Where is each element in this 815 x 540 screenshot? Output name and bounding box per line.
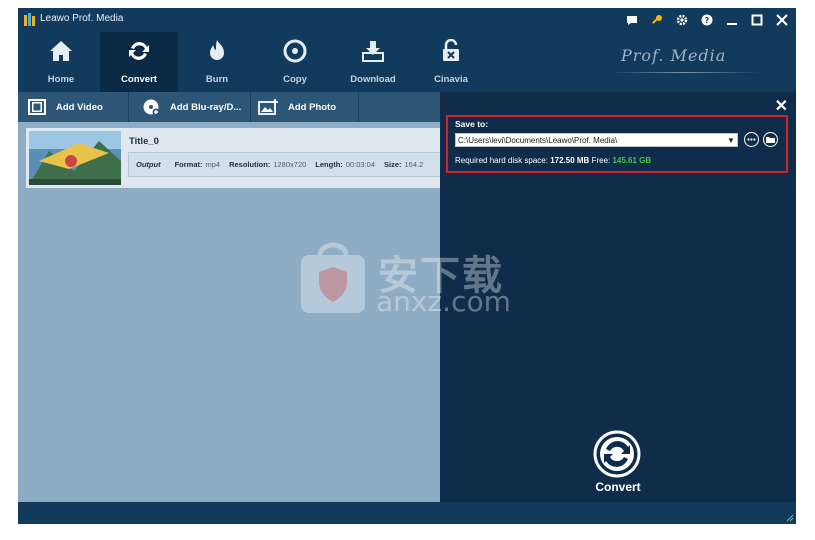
home-icon (50, 41, 72, 61)
convert-button[interactable]: Convert (582, 480, 654, 494)
add-disc-icon (143, 99, 160, 116)
copy-disc-icon (283, 39, 307, 63)
add-photo-button[interactable]: Add Photo (258, 92, 336, 122)
resize-grip-icon[interactable] (786, 514, 794, 522)
nav-download[interactable]: Download (334, 32, 412, 92)
add-bluray-label: Add Blu-ray/D... (170, 101, 242, 113)
minimize-icon[interactable] (724, 12, 740, 28)
nav-cinavia[interactable]: Cinavia (412, 32, 490, 92)
resolution-key: Resolution: (229, 160, 271, 169)
maximize-icon[interactable] (749, 12, 765, 28)
help-icon[interactable]: ? (699, 12, 715, 28)
nav-cinavia-label: Cinavia (434, 74, 468, 85)
cinavia-unlock-icon (443, 39, 459, 61)
nav-convert-label: Convert (121, 74, 157, 85)
convert-icon (129, 42, 149, 60)
nav-burn-label: Burn (205, 74, 229, 85)
more-options-icon[interactable] (744, 132, 759, 147)
title-bar: Leawo Prof. Media ? (18, 8, 796, 32)
burn-icon (210, 40, 224, 60)
convert-settings-panel: ✕ Save to: C:\Users\levi\Documents\Leawo… (440, 92, 796, 502)
convert-icon[interactable] (593, 430, 641, 478)
save-to-label: Save to: (455, 119, 489, 129)
feedback-icon[interactable] (624, 12, 640, 28)
save-path-dropdown[interactable]: C:\Users\levi\Documents\Leawo\Prof. Medi… (455, 133, 738, 147)
open-folder-icon[interactable] (763, 132, 778, 147)
main-nav: Home Convert Burn Copy Download Cinavia … (18, 32, 796, 92)
video-thumbnail (29, 131, 121, 185)
chevron-down-icon[interactable]: ▼ (724, 133, 738, 147)
video-list: Title_0 Output Format: mp4 Resolution: 1… (18, 122, 442, 502)
app-window: Leawo Prof. Media ? Home Convert Burn Co… (18, 8, 796, 524)
status-bar (18, 502, 796, 524)
film-icon (28, 99, 46, 115)
nav-download-label: Download (350, 74, 396, 85)
toolbar-divider (250, 92, 251, 122)
nav-home[interactable]: Home (22, 32, 100, 92)
output-label: Output (136, 160, 161, 169)
add-photo-label: Add Photo (288, 101, 337, 113)
add-toolbar: Add Video Add Blu-ray/D... Add Photo (18, 92, 440, 122)
brand-underline (610, 72, 760, 73)
resolution-value: 1280x720 (273, 160, 307, 169)
nav-home-label: Home (47, 74, 75, 85)
toolbar-divider (358, 92, 359, 122)
settings-gear-icon[interactable] (674, 12, 690, 28)
nav-burn[interactable]: Burn (178, 32, 256, 92)
nav-copy-label: Copy (283, 74, 307, 85)
length-value: 00:03:04 (345, 160, 375, 169)
size-value: 164.2 (404, 160, 424, 169)
toolbar-divider (128, 92, 129, 122)
brand-logo-text: Prof. Media (621, 46, 727, 65)
app-logo-icon (24, 13, 35, 26)
disk-space-required: 172.50 MB (550, 156, 590, 165)
free-space-value: 145.61 GB (612, 156, 652, 165)
format-value: mp4 (205, 160, 221, 169)
video-title: Title_0 (129, 136, 159, 147)
format-key: Format: (174, 160, 203, 169)
close-panel-icon[interactable]: ✕ (775, 96, 788, 116)
window-title: Leawo Prof. Media (40, 13, 124, 24)
download-icon (362, 41, 384, 62)
add-photo-icon (258, 99, 278, 115)
output-properties[interactable]: Output Format: mp4 Resolution: 1280x720 … (128, 152, 442, 177)
svg-text:?: ? (705, 16, 710, 25)
add-bluray-button[interactable]: Add Blu-ray/D... (142, 92, 241, 122)
nav-copy[interactable]: Copy (256, 32, 334, 92)
nav-convert[interactable]: Convert (100, 32, 178, 92)
size-key: Size: (384, 160, 402, 169)
key-icon[interactable] (649, 12, 665, 28)
close-window-icon[interactable] (774, 12, 790, 28)
length-key: Length: (315, 160, 343, 169)
disk-space-info: Required hard disk space: 172.50 MB Free… (455, 156, 651, 165)
add-video-button[interactable]: Add Video (28, 92, 103, 122)
free-label: Free: (591, 156, 611, 165)
disk-space-label: Required hard disk space: (455, 156, 548, 165)
list-item[interactable]: Title_0 Output Format: mp4 Resolution: 1… (26, 128, 442, 188)
add-video-label: Add Video (56, 101, 103, 113)
